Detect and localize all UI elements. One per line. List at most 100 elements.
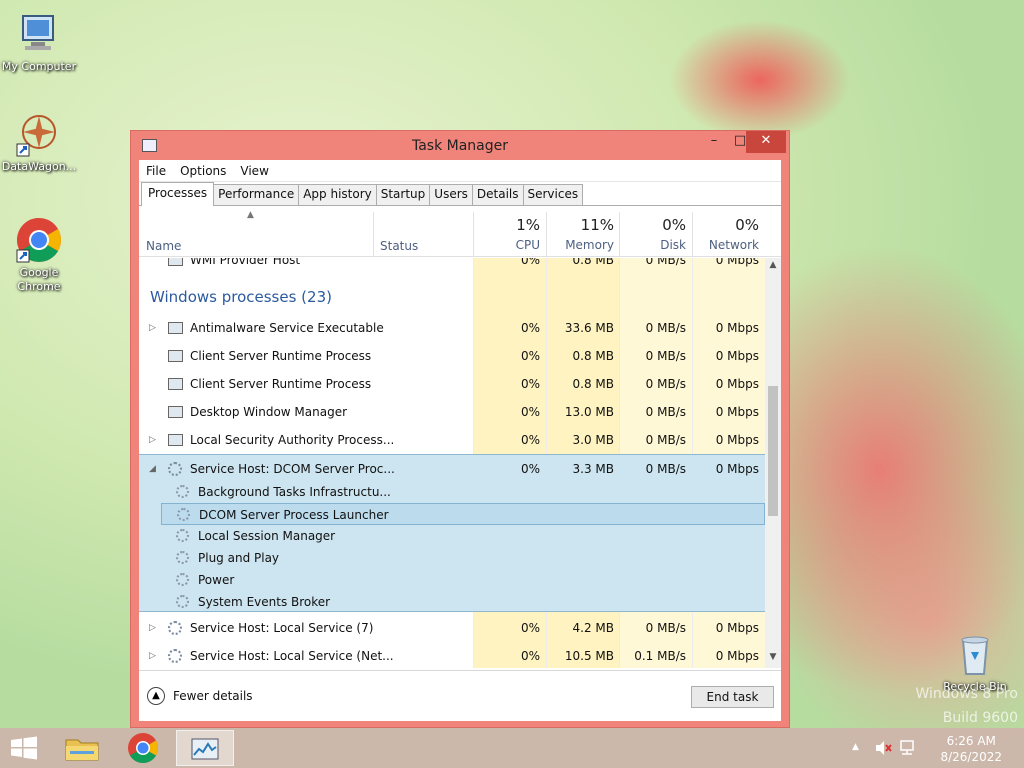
scroll-up-icon[interactable]: ▲ bbox=[765, 260, 781, 274]
service-item[interactable]: Background Tasks Infrastructu... bbox=[161, 481, 765, 503]
column-status[interactable]: Status bbox=[380, 239, 418, 253]
desktop-icon-label: DataWagon... bbox=[1, 160, 77, 173]
close-button[interactable]: ✕ bbox=[746, 131, 786, 153]
cpu-value: 0% bbox=[520, 349, 540, 363]
process-name: Service Host: Local Service (Net... bbox=[190, 649, 394, 663]
column-cpu[interactable]: CPU bbox=[473, 238, 540, 252]
column-memory-percent[interactable]: 11% bbox=[547, 216, 614, 234]
expand-arrow-icon[interactable]: ▷ bbox=[149, 323, 156, 333]
service-item[interactable]: Local Session Manager bbox=[161, 525, 765, 547]
desktop-icon-recycle-bin[interactable]: Recycle Bin bbox=[936, 630, 1014, 694]
desktop-icon-label: Google Chrome bbox=[17, 266, 61, 293]
column-network[interactable]: Network bbox=[693, 238, 759, 252]
window-content: File Options View Processes Performance … bbox=[139, 160, 781, 721]
desktop-icon-datawagon[interactable]: DataWagon... bbox=[0, 110, 78, 174]
service-item-selected[interactable]: DCOM Server Process Launcher bbox=[161, 503, 765, 525]
network-icon[interactable] bbox=[898, 740, 916, 756]
tab-app-history[interactable]: App history bbox=[298, 184, 377, 205]
start-button[interactable] bbox=[0, 730, 48, 766]
vertical-scrollbar[interactable]: ▲ ▼ bbox=[765, 258, 781, 668]
expand-arrow-icon[interactable]: ▷ bbox=[149, 623, 156, 633]
tab-services[interactable]: Services bbox=[522, 184, 584, 205]
column-name[interactable]: Name bbox=[146, 239, 181, 253]
service-item[interactable]: Power bbox=[161, 569, 765, 591]
gear-icon bbox=[176, 485, 189, 498]
table-row[interactable]: Desktop Window Manager 0% 13.0 MB 0 MB/s… bbox=[139, 398, 765, 426]
chrome-icon bbox=[128, 733, 159, 764]
process-icon bbox=[168, 350, 183, 362]
process-icon bbox=[168, 378, 183, 390]
disk-value: 0 MB/s bbox=[645, 349, 686, 363]
scrollbar-thumb[interactable] bbox=[768, 386, 778, 516]
network-value: 0 Mbps bbox=[715, 321, 759, 335]
menu-options[interactable]: Options bbox=[180, 164, 226, 178]
desktop-icon-google-chrome[interactable]: Google Chrome bbox=[0, 216, 78, 294]
desktop-icon-label: My Computer bbox=[1, 60, 77, 73]
memory-value: 0.8 MB bbox=[572, 349, 614, 363]
table-row[interactable]: ▷ Antimalware Service Executable 0% 33.6… bbox=[139, 314, 765, 342]
tab-processes[interactable]: Processes bbox=[141, 182, 215, 206]
service-item[interactable]: Plug and Play bbox=[161, 547, 765, 569]
watermark-line1: Windows 8 Pro bbox=[915, 686, 1018, 702]
service-name: Background Tasks Infrastructu... bbox=[198, 485, 391, 499]
show-hidden-icons-icon[interactable]: ▲ bbox=[852, 742, 859, 752]
sort-arrow-icon: ▲ bbox=[247, 210, 254, 220]
clock[interactable]: 6:26 AM 8/26/2022 bbox=[940, 733, 1002, 765]
fewer-details-link[interactable]: Fewer details bbox=[173, 689, 253, 703]
table-row[interactable]: WMI Provider Host 0% 0.8 MB 0 MB/s 0 Mbp… bbox=[139, 258, 765, 274]
column-memory[interactable]: Memory bbox=[547, 238, 614, 252]
table-row[interactable]: Client Server Runtime Process 0% 0.8 MB … bbox=[139, 342, 765, 370]
minimize-button[interactable]: – bbox=[701, 131, 727, 153]
taskbar-chrome[interactable] bbox=[115, 730, 171, 766]
network-value: 0 Mbps bbox=[715, 377, 759, 391]
gear-icon bbox=[176, 529, 189, 542]
tab-performance[interactable]: Performance bbox=[213, 184, 300, 205]
gear-icon bbox=[177, 508, 190, 521]
memory-value: 3.3 MB bbox=[572, 462, 614, 476]
taskbar-task-manager[interactable] bbox=[176, 730, 234, 766]
column-network-percent[interactable]: 0% bbox=[693, 216, 759, 234]
process-name: Client Server Runtime Process bbox=[190, 377, 372, 391]
chevron-up-icon[interactable]: ▲ bbox=[147, 687, 165, 705]
title-bar[interactable]: Task Manager – □ ✕ bbox=[131, 131, 789, 160]
service-item[interactable]: System Events Broker bbox=[161, 591, 765, 613]
column-disk[interactable]: Disk bbox=[620, 238, 686, 252]
disk-value: 0 MB/s bbox=[645, 258, 686, 267]
column-headers: ▲ Name Status 1% CPU 11% Memory 0% Disk … bbox=[139, 206, 781, 257]
menu-view[interactable]: View bbox=[240, 164, 268, 178]
scroll-down-icon[interactable]: ▼ bbox=[765, 652, 781, 666]
table-row[interactable]: ▷ Local Security Authority Process... 0%… bbox=[139, 426, 765, 454]
gear-icon bbox=[176, 595, 189, 608]
tab-startup[interactable]: Startup bbox=[375, 184, 431, 205]
expand-arrow-icon[interactable]: ▷ bbox=[149, 651, 156, 661]
expand-arrow-icon[interactable]: ▷ bbox=[149, 435, 156, 445]
windows-logo-icon bbox=[11, 736, 37, 760]
process-icon bbox=[168, 406, 183, 418]
column-cpu-percent[interactable]: 1% bbox=[473, 216, 540, 234]
table-row[interactable]: ▷ Service Host: Local Service (7) 0% 4.2… bbox=[139, 614, 765, 642]
table-row[interactable]: ▷ Service Host: Local Service (Net... 0%… bbox=[139, 642, 765, 668]
process-icon bbox=[168, 322, 183, 334]
volume-muted-icon[interactable] bbox=[874, 740, 892, 756]
tab-users[interactable]: Users bbox=[429, 184, 473, 205]
cpu-value: 0% bbox=[520, 649, 540, 663]
memory-value: 4.2 MB bbox=[572, 621, 614, 635]
table-row[interactable]: Client Server Runtime Process 0% 0.8 MB … bbox=[139, 370, 765, 398]
cpu-value: 0% bbox=[520, 258, 540, 267]
memory-value: 33.6 MB bbox=[564, 321, 614, 335]
table-row[interactable]: ◢ Service Host: DCOM Server Proc... 0% 3… bbox=[139, 455, 765, 483]
tab-details[interactable]: Details bbox=[471, 184, 524, 205]
collapse-arrow-icon[interactable]: ◢ bbox=[149, 464, 156, 474]
column-disk-percent[interactable]: 0% bbox=[620, 216, 686, 234]
memory-value: 10.5 MB bbox=[564, 649, 614, 663]
end-task-button[interactable]: End task bbox=[691, 686, 774, 708]
task-manager-window: Task Manager – □ ✕ File Options View Pro… bbox=[130, 130, 790, 728]
window-title: Task Manager bbox=[411, 138, 509, 154]
service-name: Local Session Manager bbox=[198, 529, 336, 543]
desktop-icon-my-computer[interactable]: My Computer bbox=[0, 10, 78, 74]
footer: ▲ Fewer details End task bbox=[139, 670, 781, 721]
menu-file[interactable]: File bbox=[146, 164, 166, 178]
taskbar-file-explorer[interactable] bbox=[54, 730, 110, 766]
memory-value: 0.8 MB bbox=[572, 258, 614, 267]
disk-value: 0 MB/s bbox=[645, 621, 686, 635]
